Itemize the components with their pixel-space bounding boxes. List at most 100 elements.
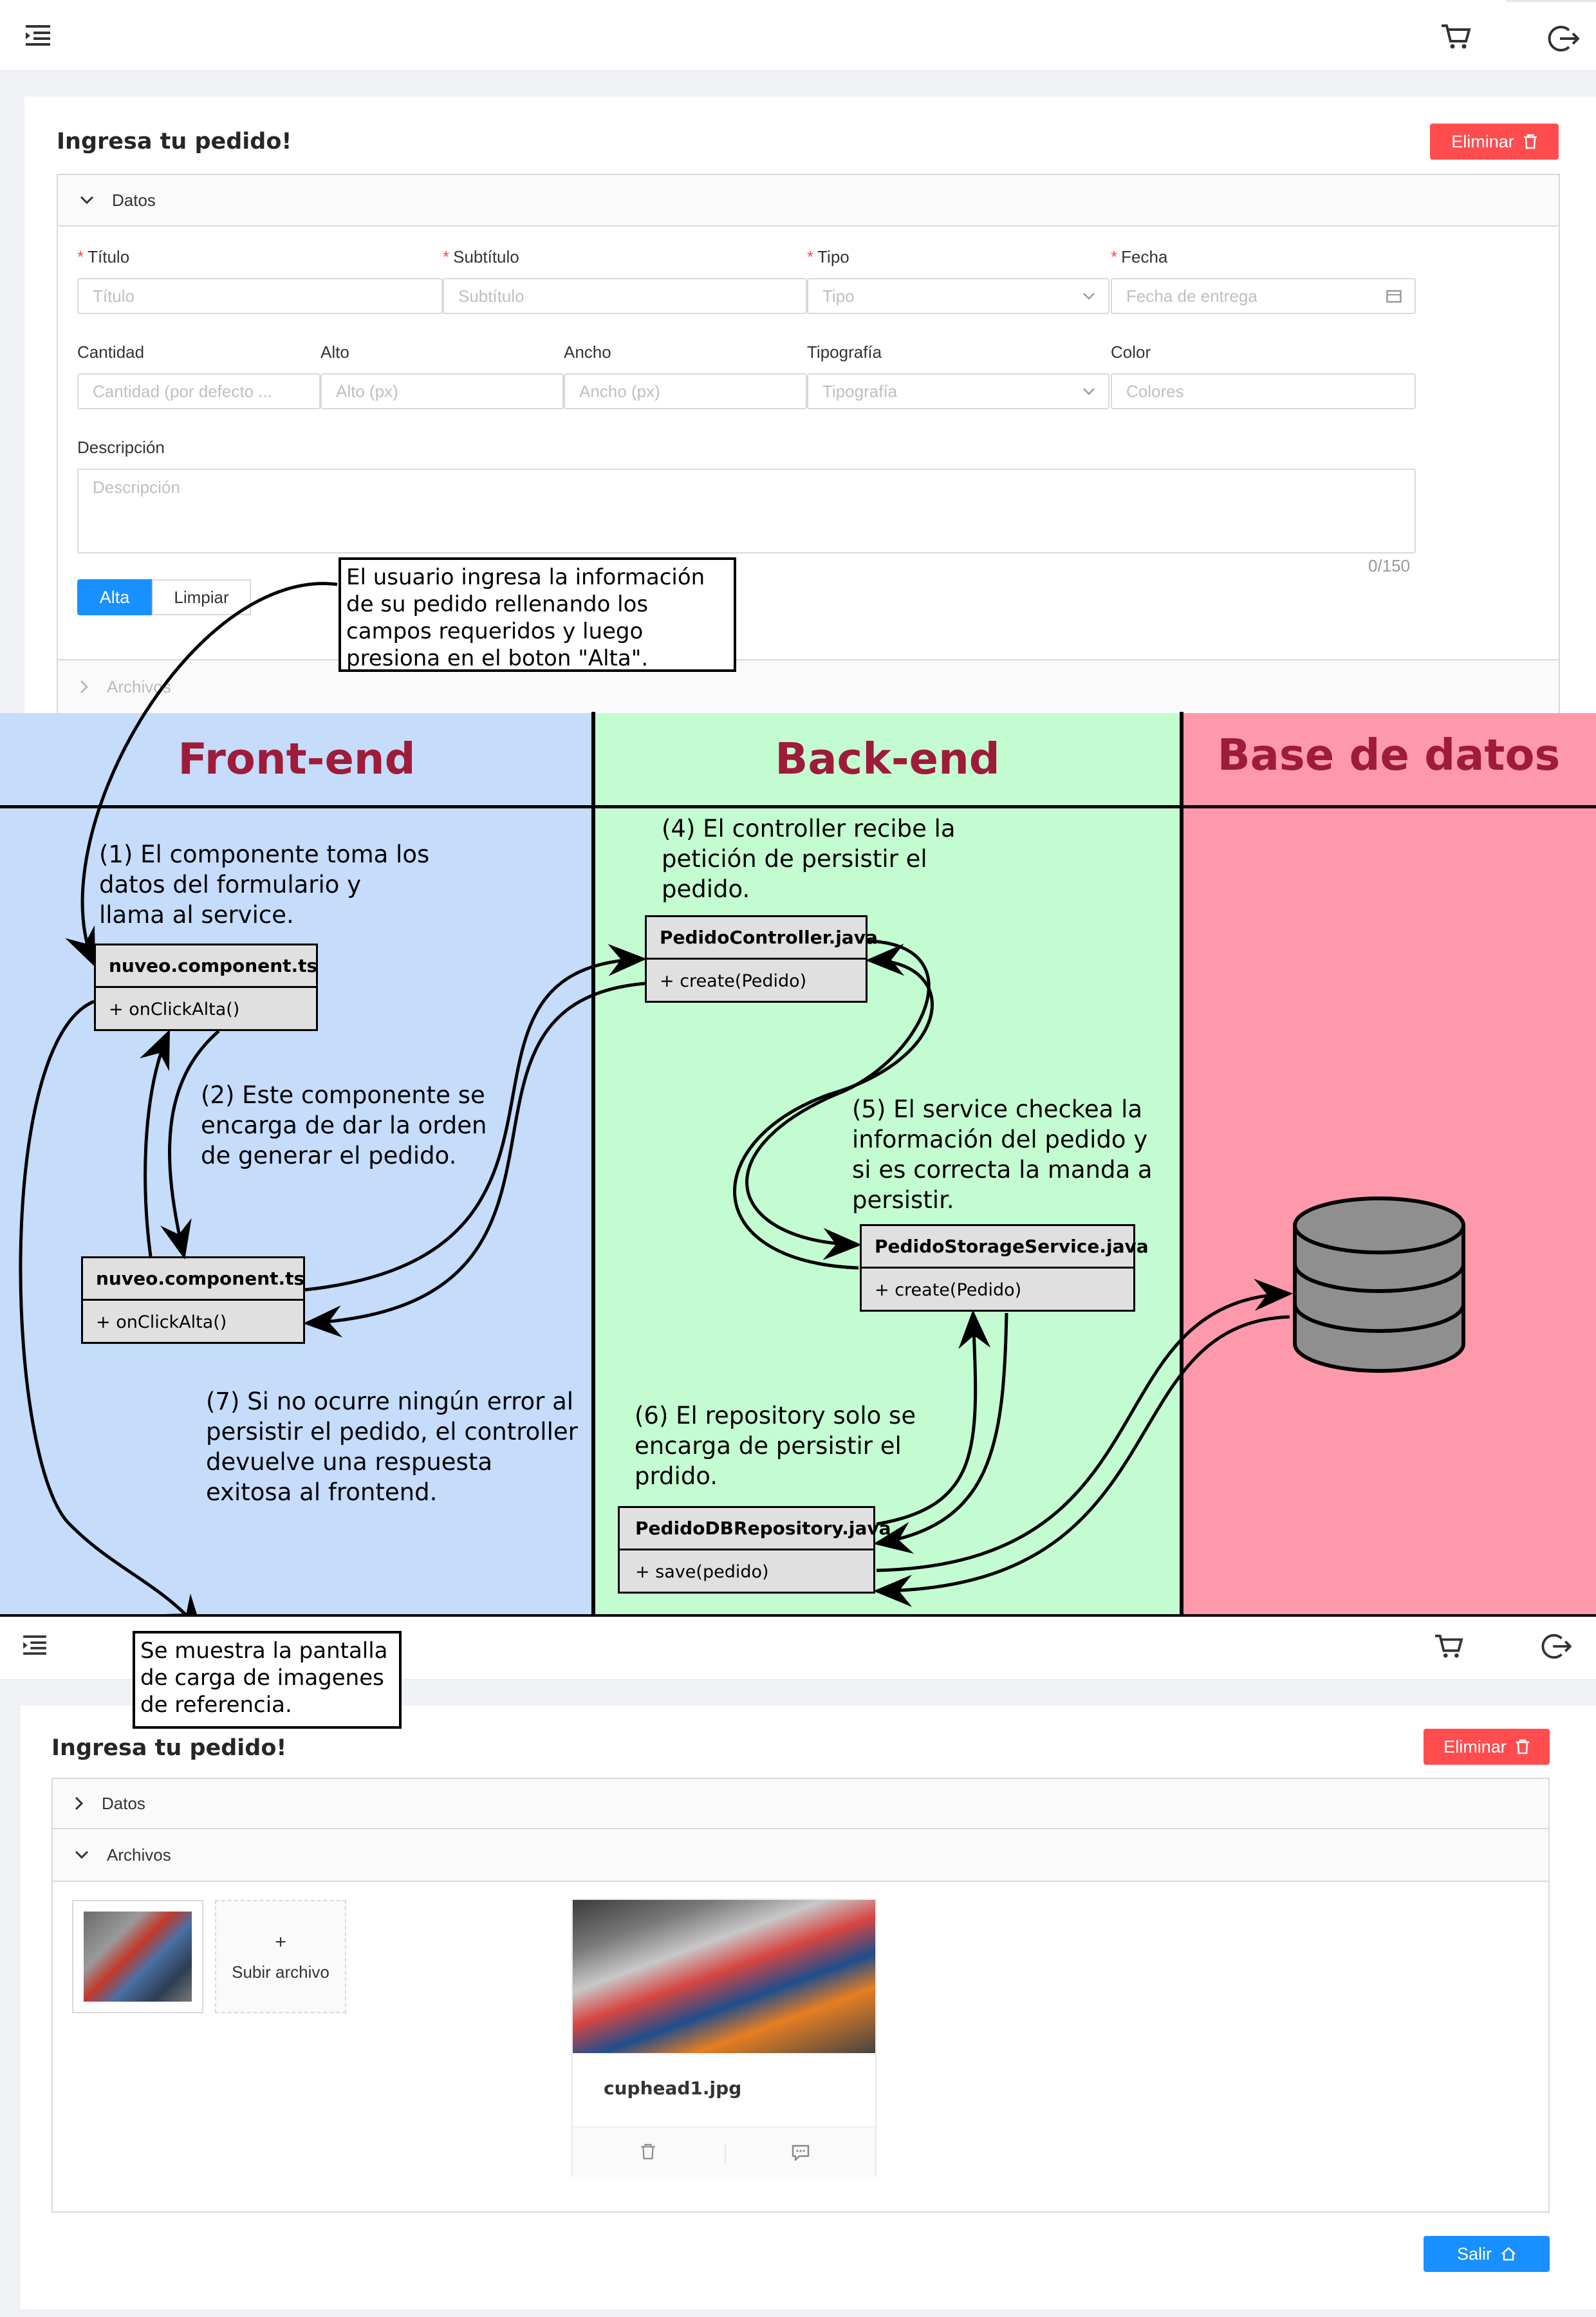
class-name: nuveo.component.ts bbox=[96, 945, 317, 988]
titulo-input[interactable]: Título bbox=[77, 278, 443, 314]
service-class: PedidoStorageService.java + create(Pedid… bbox=[860, 1224, 1149, 1312]
component-a-class: nuveo.component.ts + onClickAlta() bbox=[94, 944, 318, 1031]
menu-fold-icon[interactable] bbox=[22, 1635, 48, 1655]
alto-input[interactable]: Alto (px) bbox=[320, 373, 564, 409]
class-method: + onClickAlta() bbox=[109, 999, 240, 1019]
column-divider bbox=[1180, 712, 1183, 1617]
delete-button[interactable]: Eliminar bbox=[1424, 1729, 1550, 1765]
color-label: Color bbox=[1111, 342, 1151, 362]
class-name: nuveo.component.ts bbox=[83, 1258, 304, 1301]
titulo-label: * Título bbox=[77, 247, 130, 266]
plus-icon: + bbox=[275, 1931, 286, 1953]
fecha-datepicker[interactable]: Fecha de entrega bbox=[1111, 278, 1416, 314]
datos-panel-header[interactable]: Datos bbox=[53, 1779, 1548, 1829]
trash-icon bbox=[1516, 1739, 1529, 1754]
archivos-panel-label: Archivos bbox=[107, 1845, 171, 1865]
database-heading: Base de datos bbox=[1217, 730, 1561, 780]
chevron-down-icon bbox=[1083, 388, 1095, 395]
component-b-class: nuveo.component.ts + onClickAlta() bbox=[81, 1256, 305, 1344]
file-name: cuphead1.jpg bbox=[604, 2078, 742, 2099]
cantidad-input[interactable]: Cantidad (por defecto ... bbox=[77, 373, 320, 409]
figure: { "top_screen": { "form_title": "Ingresa… bbox=[0, 0, 1596, 2317]
tipografia-label: Tipografía bbox=[807, 342, 882, 362]
form-title: Ingresa tu pedido! bbox=[57, 129, 292, 154]
file-image bbox=[84, 1912, 192, 2002]
upload-screen-callout: Se muestra la pantalla de carga de image… bbox=[133, 1631, 402, 1729]
file-preview-card: cuphead1.jpg bbox=[571, 1899, 877, 2177]
archivos-panel-header[interactable]: Archivos bbox=[57, 659, 1560, 714]
repository-class: PedidoDBRepository.java + save(pedido) bbox=[618, 1506, 891, 1594]
logout-icon[interactable] bbox=[1539, 1632, 1572, 1661]
cantidad-label: Cantidad bbox=[77, 342, 145, 362]
header-divider bbox=[0, 805, 1596, 808]
top-header-extra bbox=[1506, 0, 1596, 71]
color-input[interactable]: Colores bbox=[1111, 373, 1416, 409]
class-method: + create(Pedido) bbox=[660, 971, 807, 991]
upload-label: Subir archivo bbox=[232, 1962, 329, 1982]
class-method: + create(Pedido) bbox=[875, 1279, 1022, 1300]
step-4-note: (4) El controller recibe la petición de … bbox=[662, 815, 956, 903]
file-cover-image bbox=[573, 1900, 875, 2053]
chevron-down-icon bbox=[1083, 293, 1095, 300]
salir-button-label: Salir bbox=[1456, 2244, 1492, 2264]
tipo-label: * Tipo bbox=[807, 247, 849, 266]
chevron-down-icon bbox=[80, 196, 94, 205]
logout-icon[interactable] bbox=[1546, 24, 1579, 53]
home-icon bbox=[1501, 2247, 1516, 2261]
upload-button[interactable]: + Subir archivo bbox=[215, 1900, 346, 2013]
class-name: PedidoDBRepository.java bbox=[620, 1508, 891, 1550]
datos-panel-label: Datos bbox=[102, 1793, 145, 1813]
user-input-callout: El usuario ingresa la información de su … bbox=[339, 557, 736, 672]
tipo-select[interactable]: Tipo bbox=[807, 278, 1109, 314]
subtitulo-label: * Subtítulo bbox=[443, 247, 519, 266]
ancho-input[interactable]: Ancho (px) bbox=[564, 373, 807, 409]
descripcion-label: Descripción bbox=[77, 438, 165, 457]
cart-icon[interactable] bbox=[1434, 1633, 1463, 1659]
limpiar-button[interactable]: Limpiar bbox=[152, 579, 251, 615]
top-app-header bbox=[0, 0, 1506, 71]
subtitulo-input[interactable]: Subtítulo bbox=[443, 278, 807, 314]
datos-panel-header[interactable]: Datos bbox=[58, 175, 1559, 227]
step-5-note: (5) El service checkea la información de… bbox=[852, 1095, 1153, 1214]
database-column bbox=[1182, 713, 1596, 1617]
cart-icon[interactable] bbox=[1440, 23, 1471, 50]
action-divider bbox=[725, 2143, 726, 2164]
step-6-note: (6) El repository solo se encarga de per… bbox=[635, 1402, 916, 1490]
alta-button[interactable]: Alta bbox=[77, 579, 152, 615]
archivos-panel-label: Archivos bbox=[107, 676, 171, 696]
tipografia-select[interactable]: Tipografía bbox=[807, 373, 1109, 409]
step-7-note: (7) Si no ocurre ningún error al persist… bbox=[206, 1388, 578, 1506]
class-name: PedidoController.java bbox=[647, 917, 878, 960]
file-card-actions bbox=[573, 2126, 875, 2177]
delete-button-label: Eliminar bbox=[1443, 1736, 1507, 1756]
column-divider bbox=[591, 712, 595, 1617]
frontend-heading: Front-end bbox=[178, 734, 416, 784]
chevron-down-icon bbox=[75, 1850, 89, 1859]
uploaded-file-thumbnail[interactable] bbox=[72, 1900, 203, 2013]
datos-panel-label: Datos bbox=[112, 190, 156, 210]
calendar-icon bbox=[1386, 290, 1402, 303]
fecha-label: * Fecha bbox=[1111, 247, 1168, 266]
class-method: + onClickAlta() bbox=[96, 1312, 227, 1332]
delete-button-label: Eliminar bbox=[1451, 131, 1514, 151]
archivos-panel-header[interactable]: Archivos bbox=[53, 1829, 1548, 1882]
comment-icon[interactable] bbox=[790, 2143, 811, 2161]
class-method: + save(pedido) bbox=[635, 1561, 769, 1582]
step-2-note: (2) Este componente se encarga de dar la… bbox=[201, 1081, 487, 1169]
descripcion-counter: 0/150 bbox=[1368, 556, 1411, 575]
delete-icon[interactable] bbox=[640, 2143, 656, 2160]
form-title: Ingresa tu pedido! bbox=[51, 1735, 287, 1761]
controller-class: PedidoController.java + create(Pedido) bbox=[645, 915, 878, 1003]
delete-button[interactable]: Eliminar bbox=[1430, 124, 1559, 160]
ancho-label: Ancho bbox=[564, 342, 611, 362]
database-icon bbox=[1293, 1196, 1465, 1373]
menu-fold-icon[interactable] bbox=[24, 24, 51, 46]
descripcion-textarea[interactable]: Descripción bbox=[77, 469, 1416, 554]
class-name: PedidoStorageService.java bbox=[862, 1226, 1149, 1269]
chevron-right-icon bbox=[75, 1796, 84, 1810]
chevron-right-icon bbox=[80, 680, 89, 694]
trash-icon bbox=[1523, 134, 1537, 149]
backend-heading: Back-end bbox=[775, 734, 1000, 784]
salir-button[interactable]: Salir bbox=[1424, 2236, 1550, 2272]
alto-label: Alto bbox=[320, 342, 349, 362]
